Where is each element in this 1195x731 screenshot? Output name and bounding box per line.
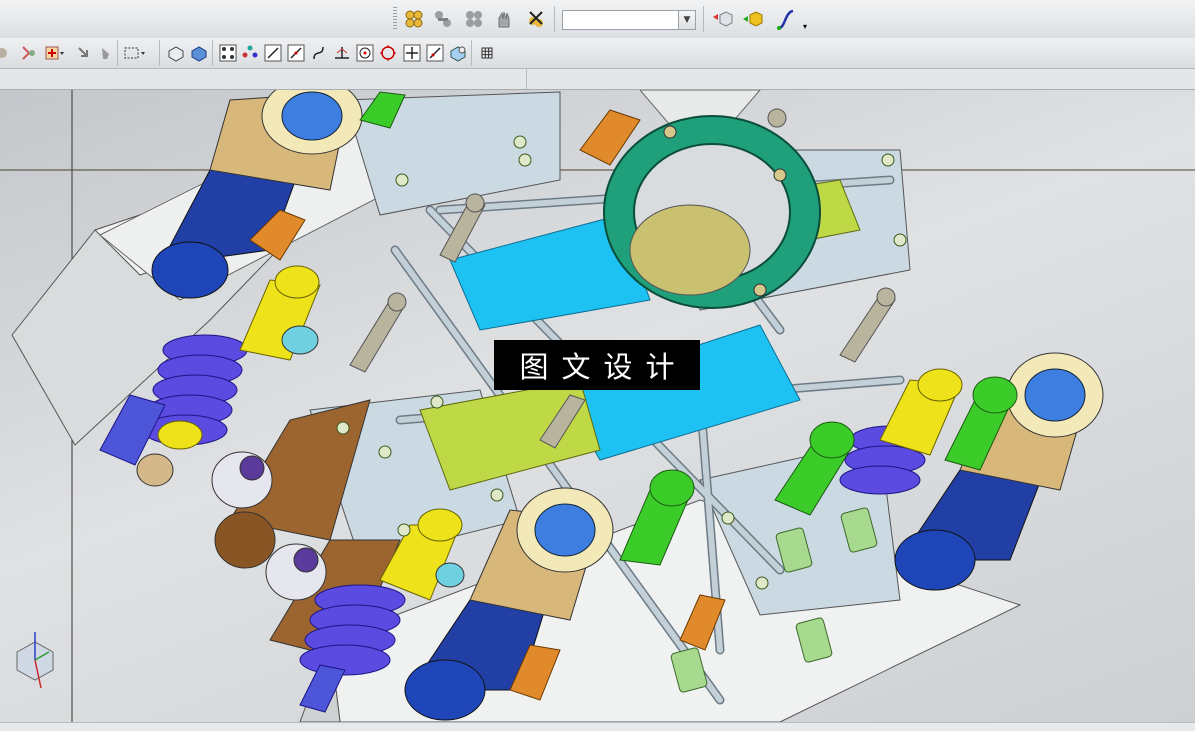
toolbar-strip [0,69,1195,90]
arrow-icon[interactable] [72,41,96,65]
toolbar-grip[interactable] [393,7,397,31]
plus-icon[interactable] [400,41,424,65]
separator [212,40,213,66]
toolbar-top: ▼ ▾ [0,0,1195,39]
mold-assembly-model [0,90,1195,722]
component-icon[interactable] [431,7,455,31]
chevron-down-icon[interactable]: ▼ [678,11,695,29]
solid-icon[interactable] [187,41,211,65]
separator [159,40,160,66]
circle-icon[interactable] [376,41,400,65]
hand-pointer-icon[interactable] [94,41,118,65]
point-snap-icon[interactable] [42,41,66,65]
tangent-icon[interactable] [423,41,447,65]
component-array-icon[interactable] [462,7,486,31]
toolbar-selection [0,38,1195,69]
perpendicular-icon[interactable] [330,41,354,65]
line-icon[interactable] [261,41,285,65]
hand-grab-icon[interactable] [492,7,516,31]
snap-icon[interactable] [0,41,14,65]
separator [703,6,704,32]
delete-component-icon[interactable] [524,7,548,31]
filter-combo[interactable]: ▼ [562,10,696,30]
select-all-icon[interactable] [216,41,240,65]
watermark-text: 图文设计 [519,350,688,384]
wireframe-icon[interactable] [164,41,188,65]
dropdown-arrow-icon[interactable]: ▾ [803,22,807,31]
separator [554,6,555,32]
center-icon[interactable] [353,41,377,65]
curve-tool-icon[interactable] [774,7,798,31]
model-view-icon[interactable] [710,7,734,31]
graphics-viewport[interactable] [0,90,1195,722]
separator [526,69,527,89]
separator [117,40,118,66]
view-icon[interactable] [446,41,470,65]
grid-icon[interactable] [475,41,499,65]
select-filter-icon[interactable] [18,41,42,65]
assembly-icon[interactable] [402,7,426,31]
points-icon[interactable] [238,41,262,65]
separator [471,40,472,66]
watermark-label: 图文设计 [494,340,700,390]
shaded-view-icon[interactable] [740,7,764,31]
view-triad [16,632,54,689]
arc-icon[interactable] [307,41,331,65]
box-select-icon[interactable] [122,41,146,65]
slash-icon[interactable] [284,41,308,65]
